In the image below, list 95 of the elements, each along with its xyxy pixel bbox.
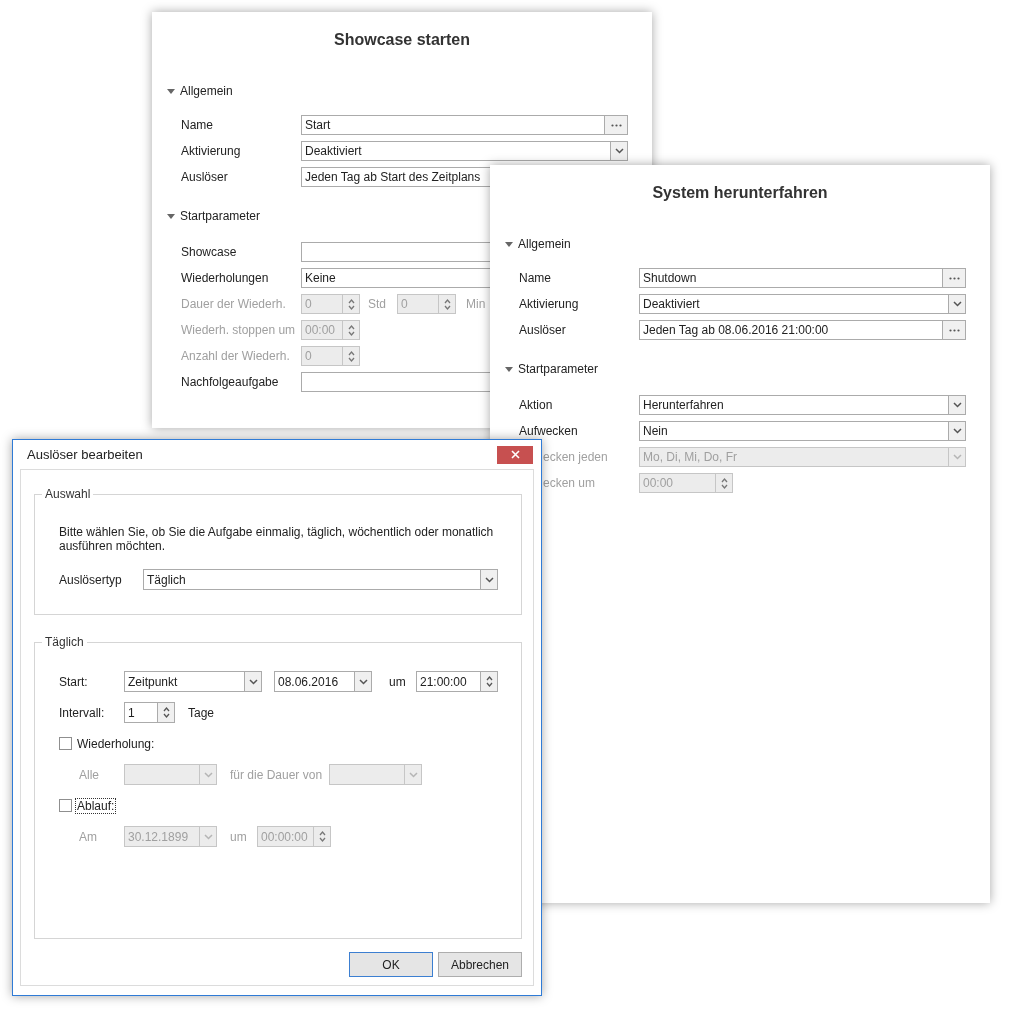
- cancel-button[interactable]: Abbrechen: [438, 952, 522, 977]
- spin-box[interactable]: 1: [124, 702, 175, 723]
- field-label: Aktivierung: [181, 143, 242, 160]
- field-label: ecken um: [543, 475, 597, 492]
- field-label: ecken jeden: [543, 449, 609, 466]
- chevron-down-icon: [484, 576, 494, 583]
- ellipsis-icon: [948, 276, 960, 280]
- field-label: Start:: [59, 673, 89, 691]
- dropdown[interactable]: Nein: [639, 421, 966, 441]
- field-label: Dauer der Wiederh.: [181, 296, 287, 313]
- field-label: Intervall:: [59, 704, 106, 722]
- chevron-down-icon: [952, 402, 962, 408]
- close-button[interactable]: [497, 445, 533, 464]
- section-header[interactable]: Allgemein: [167, 78, 237, 104]
- field-label: Name: [181, 117, 214, 134]
- dropdown-button[interactable]: [610, 142, 627, 160]
- input-field[interactable]: Jeden Tag ab Start des Zeitplans: [301, 167, 490, 187]
- chevron-down-icon: [408, 771, 418, 778]
- field-label: Aktion: [519, 397, 554, 414]
- field-label: Alle: [79, 766, 100, 784]
- input-field[interactable]: Shutdown: [639, 268, 966, 288]
- chevron-down-icon: [614, 148, 624, 154]
- dropdown-button[interactable]: [948, 396, 965, 414]
- chevron-down-icon: [203, 833, 213, 840]
- spin-button[interactable]: [480, 672, 497, 691]
- field-label: Auslösertyp: [59, 571, 123, 589]
- field-label: Name: [519, 270, 552, 287]
- caret-down-icon: [505, 366, 513, 372]
- field-label: Auslöser: [181, 169, 229, 186]
- unit-label: Std: [368, 296, 387, 313]
- dropdown-button[interactable]: [948, 295, 965, 313]
- ellipsis-button[interactable]: [604, 116, 627, 134]
- chevron-down-icon: [952, 454, 962, 460]
- up-down-arrows-icon: [347, 349, 355, 363]
- field-label: Auslöser: [519, 322, 567, 339]
- up-down-arrows-icon: [485, 675, 493, 688]
- description-text: Bitte wählen Sie, ob Sie die Aufgabe einmalig, täglich, wöchentlich oder monatlich ausführen möchten.: [59, 525, 495, 553]
- ellipsis-button[interactable]: [942, 269, 965, 287]
- unit-label: Min: [466, 296, 486, 313]
- up-down-arrows-icon: [162, 706, 170, 719]
- ellipsis-button[interactable]: [942, 321, 965, 339]
- field-label: Showcase: [181, 244, 238, 261]
- chevron-down-icon: [248, 678, 258, 685]
- dropdown[interactable]: Herunterfahren: [639, 395, 966, 415]
- dropdown-button[interactable]: [244, 672, 261, 691]
- field-label: für die Dauer von: [230, 766, 324, 784]
- chevron-down-icon: [203, 771, 213, 778]
- dropdown[interactable]: Deaktiviert: [639, 294, 966, 314]
- chevron-down-icon: [358, 678, 368, 685]
- group-title: Täglich: [42, 635, 87, 649]
- caret-down-icon: [167, 88, 175, 94]
- up-down-arrows-icon: [318, 830, 326, 843]
- field-label: um: [389, 673, 407, 691]
- section-header[interactable]: Startparameter: [167, 203, 265, 229]
- field-label: Anzahl der Wiederh.: [181, 348, 291, 365]
- field-label: Nachfolgeaufgabe: [181, 374, 280, 391]
- up-down-arrows-icon: [347, 297, 355, 311]
- dropdown-button[interactable]: [948, 422, 965, 440]
- ellipsis-icon: [948, 328, 960, 332]
- group-title: Auswahl: [42, 487, 94, 501]
- input-field[interactable]: [301, 242, 490, 262]
- field-label: Wiederh. stoppen um: [181, 322, 297, 339]
- caret-down-icon: [505, 241, 513, 247]
- field-label: um: [230, 828, 248, 846]
- ellipsis-icon: [610, 123, 622, 127]
- dropdown[interactable]: Zeitpunkt: [124, 671, 262, 692]
- input-field[interactable]: [301, 372, 490, 392]
- field-label: Tage: [188, 704, 215, 722]
- section-header[interactable]: Allgemein: [505, 231, 575, 257]
- spin-button[interactable]: [157, 703, 174, 722]
- up-down-arrows-icon: [347, 323, 355, 337]
- dropdown-button[interactable]: [480, 570, 497, 589]
- window-title: Showcase starten: [333, 30, 471, 50]
- input-field[interactable]: Start: [301, 115, 628, 135]
- spin-box[interactable]: 21:00:00: [416, 671, 498, 692]
- field-label: Aufwecken: [519, 423, 579, 440]
- dropdown[interactable]: Täglich: [143, 569, 498, 590]
- caret-down-icon: [167, 213, 175, 219]
- up-down-arrows-icon: [443, 297, 451, 311]
- input-field[interactable]: Jeden Tag ab 08.06.2016 21:00:00: [639, 320, 966, 340]
- field-label: Aktivierung: [519, 296, 580, 313]
- section-header[interactable]: Startparameter: [505, 356, 603, 382]
- ok-button[interactable]: OK: [349, 952, 433, 977]
- dropdown[interactable]: Deaktiviert: [301, 141, 628, 161]
- chevron-down-icon: [952, 301, 962, 307]
- field-label: Wiederholungen: [181, 270, 270, 287]
- chevron-down-icon: [952, 428, 962, 434]
- dropdown-button[interactable]: [354, 672, 371, 691]
- dialog-title: Auslöser bearbeiten: [27, 445, 143, 464]
- dropdown[interactable]: 08.06.2016: [274, 671, 372, 692]
- field-label: Am: [79, 828, 98, 846]
- close-icon: [510, 450, 520, 459]
- input-field[interactable]: Keine: [301, 268, 490, 288]
- up-down-arrows-icon: [720, 476, 728, 490]
- window-title: System herunterfahren: [652, 183, 828, 203]
